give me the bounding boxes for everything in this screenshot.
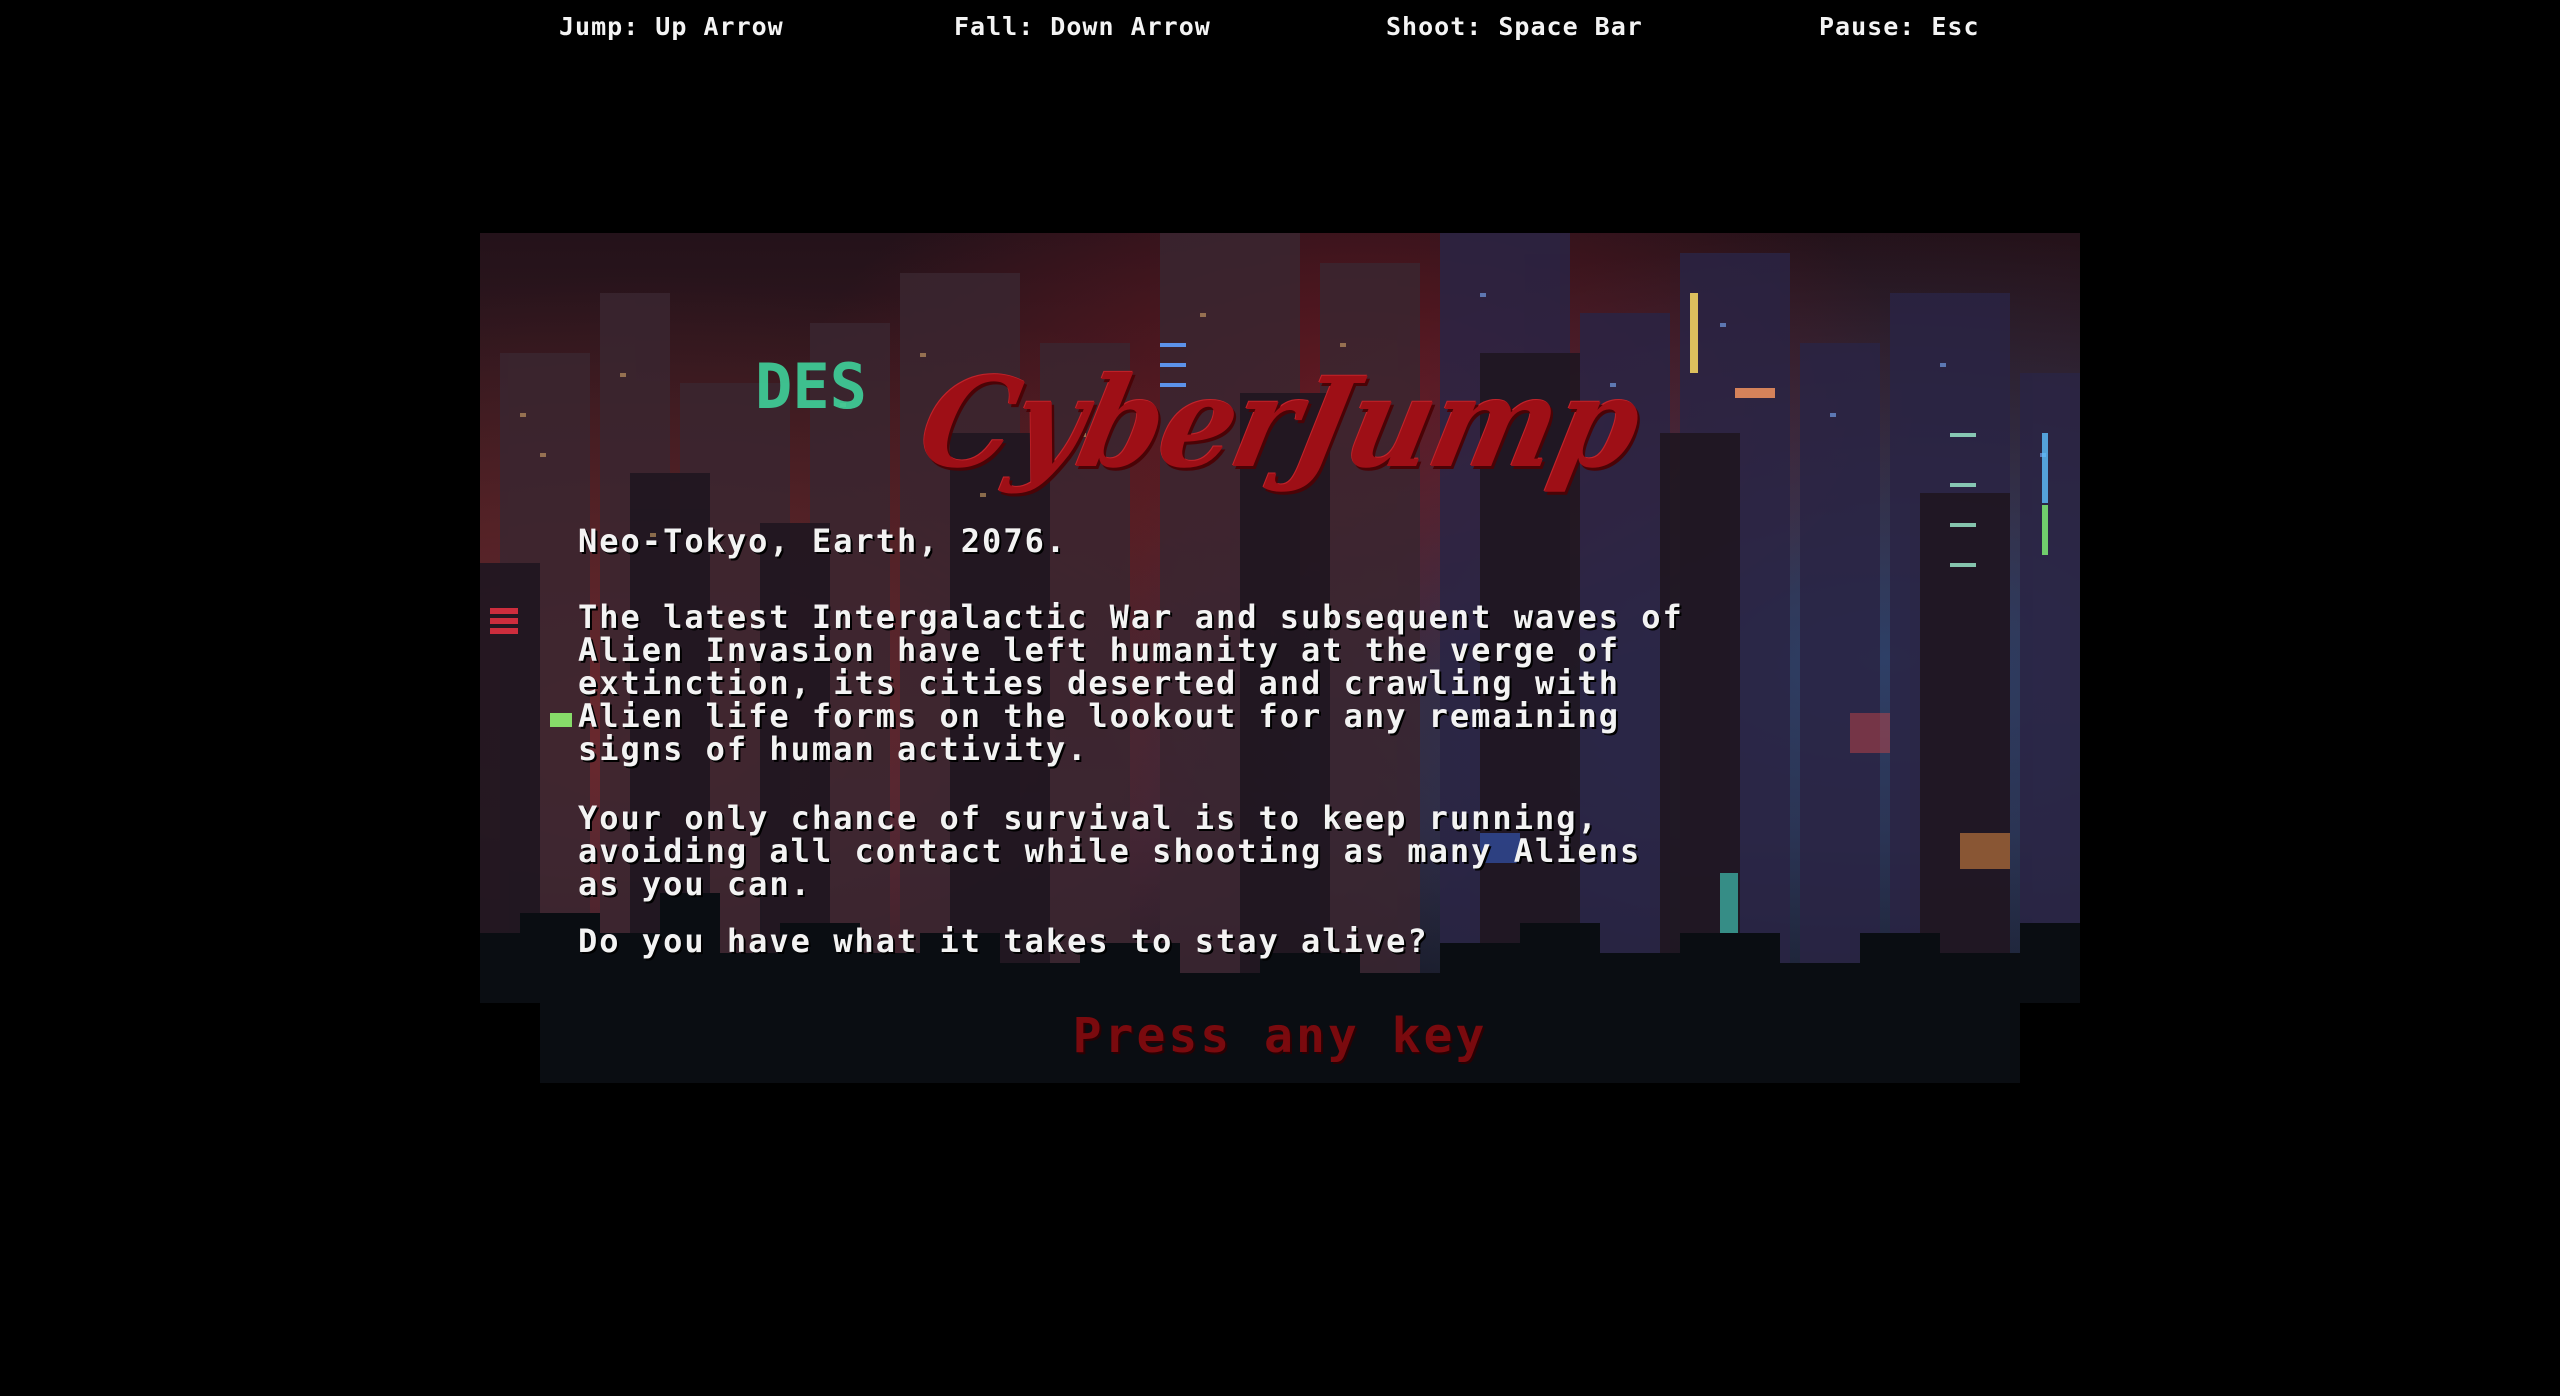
story-paragraph-2: Your only chance of survival is to keep … [578, 799, 1642, 903]
game-canvas[interactable]: DES CyberJump Neo-Tokyo, Earth, 2076. Th… [480, 233, 2080, 1083]
story-intro: Neo-Tokyo, Earth, 2076. [578, 522, 1068, 560]
control-hint-pause: Pause: Esc [1819, 12, 1980, 41]
control-hint-fall: Fall: Down Arrow [954, 12, 1211, 41]
story-text: Neo-Tokyo, Earth, 2076. The latest Inter… [578, 525, 1978, 958]
control-hint-shoot: Shoot: Space Bar [1386, 12, 1643, 41]
game-title: CyberJump [907, 349, 1653, 496]
story-question: Do you have what it takes to stay alive? [578, 922, 1429, 960]
control-hint-jump: Jump: Up Arrow [559, 12, 784, 41]
story-paragraph-1: The latest Intergalactic War and subsequ… [578, 598, 1684, 768]
controls-bar: Jump: Up Arrow Fall: Down Arrow Shoot: S… [0, 12, 2560, 44]
press-any-key-prompt[interactable]: Press any key [480, 1008, 2080, 1064]
